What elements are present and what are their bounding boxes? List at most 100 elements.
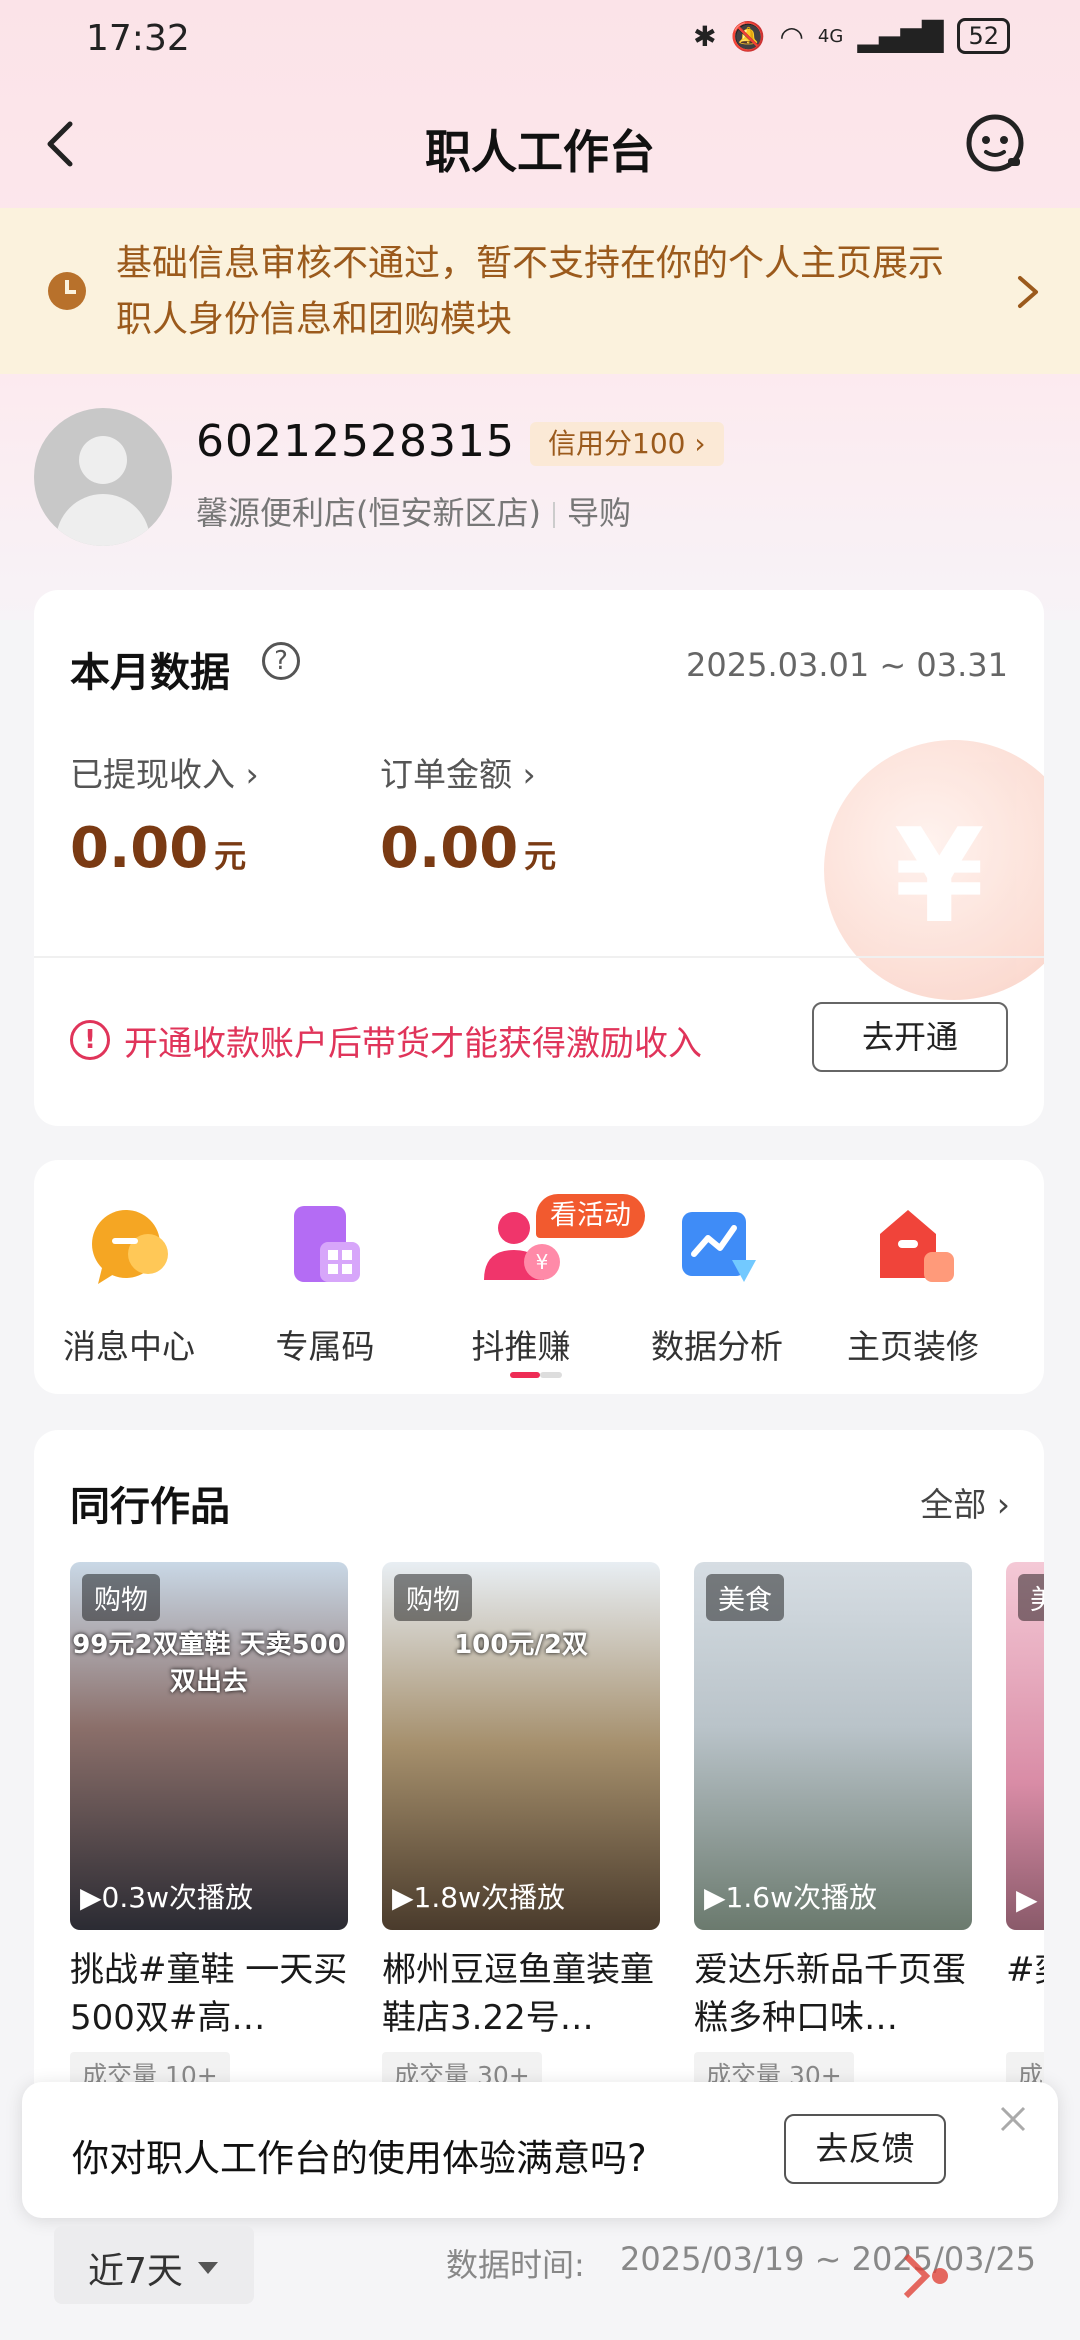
mute-bell-icon: 🔕 bbox=[730, 19, 766, 53]
status-bar: 17:32 ✱ 🔕 ◠ 4G ▂▄▆█ 52 bbox=[0, 0, 1080, 82]
date-range: 2025.03.01 ~ 03.31 bbox=[686, 646, 1008, 684]
metric-label: 已提现收入 › bbox=[70, 748, 259, 796]
work-card[interactable]: 美 ▶ #奕认 成 bbox=[1006, 1562, 1044, 2096]
work-card[interactable]: 99元2双童鞋 天卖500双出去 购物 ▶0.3w次播放 挑战#童鞋 一天买50… bbox=[70, 1562, 348, 2096]
help-icon[interactable]: ? bbox=[262, 642, 300, 680]
metric-amount: 0.00 bbox=[70, 816, 209, 881]
play-count: ▶1.6w次播放 bbox=[704, 1876, 877, 1916]
qrcode-icon bbox=[294, 1206, 360, 1282]
video-thumbnail[interactable]: 100元/2双 购物 ▶1.8w次播放 bbox=[382, 1562, 660, 1930]
video-thumbnail[interactable]: 美食 ▶1.6w次播放 bbox=[694, 1562, 972, 1930]
work-title: #奕认 bbox=[1006, 1950, 1044, 1990]
caret-down-icon bbox=[198, 2262, 218, 2274]
work-card[interactable]: 100元/2双 购物 ▶1.8w次播放 郴州豆逗鱼童装童鞋店3.22号… 成交量… bbox=[382, 1562, 660, 2096]
play-icon: ▶ bbox=[1016, 1883, 1038, 1916]
tool-message-center[interactable]: 消息中心 bbox=[34, 1200, 224, 1368]
chevron-right-icon: › bbox=[694, 427, 706, 460]
tool-label: 抖推赚 bbox=[471, 1327, 571, 1366]
play-count: ▶1.8w次播放 bbox=[392, 1876, 565, 1916]
credit-score-badge[interactable]: 信用分100 › bbox=[530, 422, 724, 466]
work-title: 挑战#童鞋 一天买500双#高… bbox=[70, 1950, 348, 2038]
chevron-right-icon: › bbox=[522, 755, 536, 794]
metric-unit: 元 bbox=[524, 837, 557, 875]
video-thumbnail[interactable]: 美 ▶ bbox=[1006, 1562, 1044, 1930]
period-value: 近7天 bbox=[88, 2251, 183, 2292]
avatar[interactable] bbox=[34, 408, 172, 546]
tool-home-decor[interactable]: 主页装修 bbox=[818, 1200, 1008, 1368]
chevron-right-icon: › bbox=[245, 755, 259, 794]
message-icon bbox=[92, 1210, 168, 1284]
username: 60212528315 bbox=[196, 416, 515, 467]
tool-label: 主页装修 bbox=[847, 1327, 979, 1366]
tool-label: 数据分析 bbox=[651, 1327, 783, 1366]
role-label: 导购 bbox=[566, 494, 631, 532]
play-count-text: 0.3w次播放 bbox=[101, 1881, 253, 1914]
review-notice-banner[interactable]: 基础信息审核不通过，暂不支持在你的个人主页展示职人身份信息和团购模块 bbox=[0, 208, 1080, 374]
avatar-head bbox=[79, 436, 127, 484]
notice-text: 基础信息审核不通过，暂不支持在你的个人主页展示职人身份信息和团购模块 bbox=[116, 243, 945, 340]
category-tag: 美食 bbox=[706, 1574, 784, 1621]
store-info: 馨源便利店(恒安新区店) 导购 bbox=[196, 488, 631, 534]
metric-withdrawn-income[interactable]: 已提现收入 › 0.00 元 bbox=[70, 748, 259, 881]
credit-score-label: 信用分100 bbox=[548, 427, 686, 460]
view-all-link[interactable]: 全部 › bbox=[920, 1478, 1010, 1526]
close-icon[interactable] bbox=[996, 2102, 1030, 2136]
home-decor-icon bbox=[880, 1210, 954, 1282]
page-indicator-active bbox=[510, 1372, 540, 1378]
status-time: 17:32 bbox=[86, 18, 190, 59]
open-account-button[interactable]: 去开通 bbox=[812, 1002, 1008, 1072]
metric-amount: 0.00 bbox=[380, 816, 519, 881]
work-title: 爱达乐新品千页蛋糕多种口味… bbox=[694, 1950, 966, 2038]
divider bbox=[34, 956, 1044, 958]
avatar-body bbox=[56, 494, 150, 546]
store-name: 馨源便利店(恒安新区店) bbox=[196, 494, 541, 532]
metric-label-text: 已提现收入 bbox=[70, 755, 235, 794]
play-count-text: 1.8w次播放 bbox=[413, 1881, 565, 1914]
svg-text:¥: ¥ bbox=[536, 1250, 549, 1274]
divider bbox=[552, 502, 555, 528]
clock-icon bbox=[48, 272, 86, 310]
category-tag: 购物 bbox=[394, 1574, 472, 1621]
peer-works-title: 同行作品 bbox=[70, 1484, 230, 1530]
tool-exclusive-code[interactable]: 专属码 bbox=[230, 1200, 420, 1368]
tool-data-analysis[interactable]: 数据分析 bbox=[622, 1200, 812, 1368]
period-dropdown[interactable]: 近7天 bbox=[54, 2226, 254, 2304]
monthly-data-title: 本月数据 bbox=[70, 650, 230, 696]
page-title: 职人工作台 bbox=[425, 125, 655, 179]
view-all-label: 全部 bbox=[920, 1485, 987, 1524]
tool-label: 消息中心 bbox=[63, 1327, 195, 1366]
play-count: ▶ bbox=[1016, 1883, 1038, 1916]
feedback-survey-popup: 你对职人工作台的使用体验满意吗? 去反馈 bbox=[22, 2082, 1058, 2218]
metric-label-text: 订单金额 bbox=[380, 755, 512, 794]
battery-icon: 52 bbox=[957, 18, 1010, 54]
thumbnail-caption: 99元2双童鞋 天卖500双出去 bbox=[72, 1630, 346, 1697]
customer-service-icon[interactable] bbox=[962, 110, 1028, 176]
feedback-button[interactable]: 去反馈 bbox=[784, 2114, 946, 2184]
work-title: 郴州豆逗鱼童装童鞋店3.22号… bbox=[382, 1950, 654, 2038]
work-card[interactable]: 美食 ▶1.6w次播放 爱达乐新品千页蛋糕多种口味… 成交量 30+ bbox=[694, 1562, 972, 2096]
monthly-data-card: ¥ 本月数据 ? 2025.03.01 ~ 03.31 已提现收入 › 0.00… bbox=[34, 590, 1044, 1126]
network-type: 4G bbox=[817, 25, 844, 47]
tool-label: 专属码 bbox=[275, 1327, 375, 1366]
wifi-icon: ◠ bbox=[779, 19, 804, 53]
play-count: ▶0.3w次播放 bbox=[80, 1876, 253, 1916]
thumbnail-caption: 100元/2双 bbox=[454, 1630, 588, 1660]
tools-card: 消息中心 专属码 ¥ 抖推赚 看活动 数据分析 主页装修 bbox=[34, 1160, 1044, 1394]
warning-icon: ! bbox=[70, 1020, 110, 1060]
video-thumbnail[interactable]: 99元2双童鞋 天卖500双出去 购物 ▶0.3w次播放 bbox=[70, 1562, 348, 1930]
nav-bar: 职人工作台 bbox=[0, 90, 1080, 200]
play-icon: ▶ bbox=[392, 1881, 414, 1914]
data-time-label: 数据时间: bbox=[446, 2246, 585, 2284]
bluetooth-icon: ✱ bbox=[693, 19, 717, 53]
status-icons: ✱ 🔕 ◠ 4G ▂▄▆█ 52 bbox=[693, 18, 1010, 54]
category-tag: 购物 bbox=[82, 1574, 160, 1621]
payment-account-warning: 开通收款账户后带货才能获得激励收入 bbox=[124, 1024, 702, 1064]
yuan-coin-icon: ¥ bbox=[824, 740, 1044, 1000]
metric-value: 0.00 元 bbox=[380, 816, 556, 881]
category-tag: 美 bbox=[1018, 1574, 1044, 1621]
metric-value: 0.00 元 bbox=[70, 816, 259, 881]
metric-order-amount[interactable]: 订单金额 › 0.00 元 bbox=[380, 748, 556, 881]
page-indicator bbox=[540, 1372, 562, 1378]
play-icon: ▶ bbox=[704, 1881, 726, 1914]
watermark-logo-icon bbox=[903, 2253, 948, 2299]
